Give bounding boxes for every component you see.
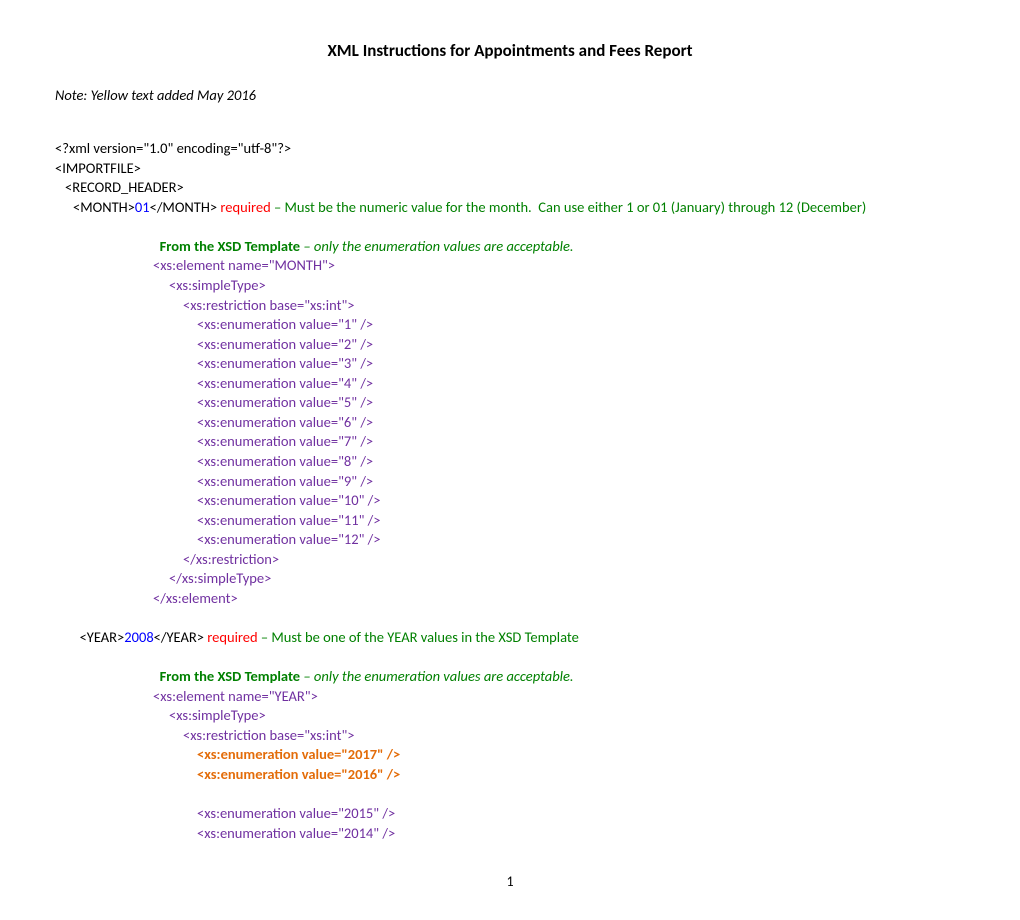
xsd-from: From the XSD Template (160, 237, 304, 255)
month-enum: <xs:enumeration value="9" /> (55, 472, 965, 492)
restriction-close: </xs:restriction> (55, 550, 965, 570)
month-enum: <xs:enumeration value="1" /> (55, 315, 965, 335)
note-text: Note: Yellow text added May 2016 (55, 86, 965, 104)
year-line: <YEAR>2008</YEAR> required – Must be one… (55, 609, 965, 648)
year-note: – Must be one of the YEAR values in the … (261, 628, 579, 646)
month-enum: <xs:enumeration value="10" /> (55, 491, 965, 511)
restriction-open: <xs:restriction base="xs:int"> (55, 296, 965, 316)
blank-line (55, 785, 965, 805)
month-enum: <xs:enumeration value="3" /> (55, 354, 965, 374)
year-enum: <xs:enumeration value="2015" /> (55, 804, 965, 824)
simpletype-open: <xs:simpleType> (55, 706, 965, 726)
month-enum: <xs:enumeration value="7" /> (55, 432, 965, 452)
month-value: 01 (135, 198, 150, 218)
month-enum: <xs:enumeration value="6" /> (55, 413, 965, 433)
month-enum: <xs:enumeration value="12" /> (55, 530, 965, 550)
xsd-note: – only the enumeration values are accept… (303, 237, 573, 255)
month-enum: <xs:enumeration value="4" /> (55, 374, 965, 394)
month-open: <MONTH> (73, 198, 135, 218)
record-header-tag: <RECORD_HEADER> (55, 178, 965, 198)
month-enum: <xs:enumeration value="8" /> (55, 452, 965, 472)
xsd-from: From the XSD Template (160, 667, 304, 685)
year-enum: <xs:enumeration value="2014" /> (55, 824, 965, 844)
xml-declaration: <?xml version="1.0" encoding="utf-8"?> (55, 139, 965, 159)
year-highlight-enum: <xs:enumeration value="2017" /> (55, 745, 965, 765)
year-highlight-enum: <xs:enumeration value="2016" /> (55, 765, 965, 785)
element-close: </xs:element> (55, 589, 965, 609)
month-enum: <xs:enumeration value="5" /> (55, 393, 965, 413)
year-value: 2008 (124, 628, 153, 646)
restriction-open: <xs:restriction base="xs:int"> (55, 726, 965, 746)
year-close: </YEAR> (154, 628, 208, 646)
xsd-template-note: From the XSD Template – only the enumera… (55, 648, 965, 687)
year-element: <xs:element name="YEAR"> (55, 687, 965, 707)
year-open: <YEAR> (80, 628, 125, 646)
month-enum: <xs:enumeration value="2" /> (55, 335, 965, 355)
month-close: </MONTH> (150, 198, 221, 218)
required-label: required (207, 628, 261, 646)
month-line: <MONTH>01</MONTH> required – Must be the… (55, 198, 965, 218)
month-note: – Must be the numeric value for the mont… (274, 198, 866, 218)
required-label: required (220, 198, 274, 218)
page-title: XML Instructions for Appointments and Fe… (55, 40, 965, 61)
xsd-note: – only the enumeration values are accept… (303, 667, 573, 685)
simpletype-open: <xs:simpleType> (55, 276, 965, 296)
xsd-template-note: From the XSD Template – only the enumera… (55, 217, 965, 256)
importfile-tag: <IMPORTFILE> (55, 159, 965, 179)
month-enum: <xs:enumeration value="11" /> (55, 511, 965, 531)
simpletype-close: </xs:simpleType> (55, 569, 965, 589)
page-number: 1 (55, 873, 965, 890)
month-element: <xs:element name="MONTH"> (55, 256, 965, 276)
